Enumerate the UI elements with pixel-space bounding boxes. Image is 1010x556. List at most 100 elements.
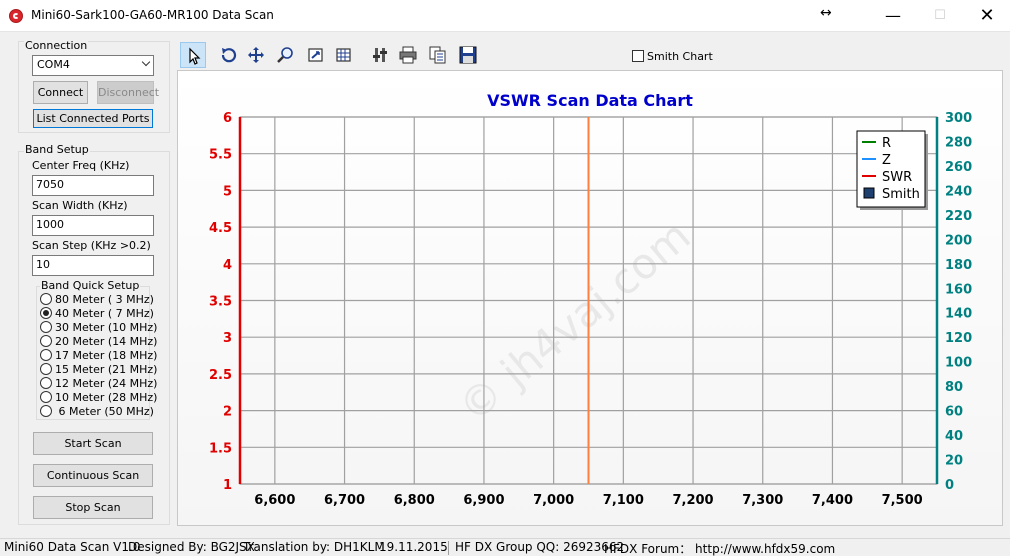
status-version: Mini60 Data Scan V1.0 [4, 540, 141, 554]
chart-watermark: © jh4vaj.com [449, 211, 699, 432]
pointer-tool-button[interactable] [180, 42, 206, 68]
copy-tool-button[interactable] [425, 42, 451, 68]
scan-step-label: Scan Step (KHz >0.2) [32, 239, 151, 252]
tools-icon [373, 48, 387, 62]
x-tick-label: 7,000 [533, 493, 574, 508]
x-tick-label: 7,500 [882, 493, 923, 508]
radio-button[interactable] [40, 405, 52, 417]
status-designer: Designed By: BG2JSX [128, 540, 255, 554]
legend-swatch-smith [863, 187, 875, 199]
x-tick-label: 7,300 [742, 493, 783, 508]
save-icon [459, 46, 477, 64]
move-tool-button[interactable] [243, 42, 269, 68]
y-left-tick-label: 4 [223, 258, 232, 273]
y-right-tick-label: 40 [945, 429, 963, 444]
center-freq-input[interactable]: 7050 [32, 175, 154, 196]
smith-chart-checkbox-box[interactable] [632, 50, 644, 62]
band-radio-2[interactable]: 30 Meter (10 MHz) [40, 321, 157, 335]
chart-toolbar [177, 38, 1003, 71]
port-select[interactable]: COM4 [32, 55, 154, 76]
band-radio-label: 10 Meter (28 MHz) [55, 391, 158, 404]
grid-settings-tool-button[interactable] [331, 42, 357, 68]
x-tick-label: 7,400 [812, 493, 853, 508]
legend-label-r: R [882, 136, 891, 151]
smith-chart-checkbox[interactable]: Smith Chart [632, 50, 713, 63]
band-radio-3[interactable]: 20 Meter (14 MHz) [40, 335, 157, 349]
x-tick-label: 6,600 [254, 493, 295, 508]
x-tick-label: 6,800 [394, 493, 435, 508]
y-right-tick-label: 220 [945, 209, 972, 224]
print-tool-button[interactable] [395, 42, 421, 68]
undo-tool-button[interactable] [215, 42, 241, 68]
app-icon [9, 9, 23, 23]
minimize-button[interactable]: — [870, 0, 916, 32]
status-date: 19.11.2015 [379, 540, 448, 554]
start-scan-button[interactable]: Start Scan [33, 432, 153, 455]
smith-chart-label: Smith Chart [647, 50, 713, 63]
radio-button[interactable] [40, 363, 52, 375]
band-radio-0[interactable]: 80 Meter ( 3 MHz) [40, 293, 154, 307]
band-radio-8[interactable]: 6 Meter (50 MHz) [40, 405, 154, 419]
band-radio-label: 30 Meter (10 MHz) [55, 321, 158, 334]
disconnect-button[interactable]: Disconnect [97, 81, 159, 104]
x-tick-label: 7,200 [672, 493, 713, 508]
chevron-down-icon [141, 57, 151, 67]
save-tool-button[interactable] [455, 42, 481, 68]
zoom-tool-button[interactable] [273, 42, 299, 68]
continuous-scan-button[interactable]: Continuous Scan [33, 464, 153, 487]
band-radio-label: 6 Meter (50 MHz) [55, 405, 154, 418]
radio-button[interactable] [40, 391, 52, 403]
tools-tool-button[interactable] [367, 42, 393, 68]
radio-button[interactable] [40, 307, 52, 319]
y-left-tick-label: 2 [223, 405, 232, 420]
stop-scan-button[interactable]: Stop Scan [33, 496, 153, 519]
band-radio-1[interactable]: 40 Meter ( 7 MHz) [40, 307, 154, 321]
y-left-tick-label: 6 [223, 111, 232, 126]
close-button[interactable]: ✕ [964, 0, 1010, 32]
radio-button[interactable] [40, 293, 52, 305]
port-select-value: COM4 [37, 58, 70, 71]
zoom-window-tool-button[interactable] [303, 42, 329, 68]
y-left-tick-label: 3 [223, 331, 232, 346]
y-left-tick-label: 3.5 [209, 295, 232, 310]
status-separator [448, 541, 449, 555]
radio-button[interactable] [40, 335, 52, 347]
list-ports-button[interactable]: List Connected Ports [33, 109, 153, 128]
legend-label-smith: Smith [882, 187, 920, 202]
y-right-tick-label: 20 [945, 454, 963, 469]
y-right-tick-label: 260 [945, 160, 972, 175]
band-radio-4[interactable]: 17 Meter (18 MHz) [40, 349, 157, 363]
y-left-tick-label: 5 [223, 184, 232, 199]
x-tick-label: 6,900 [463, 493, 504, 508]
y-right-tick-label: 280 [945, 135, 972, 150]
y-left-tick-label: 1 [223, 478, 232, 493]
band-radio-6[interactable]: 12 Meter (24 MHz) [40, 377, 157, 391]
radio-button[interactable] [40, 349, 52, 361]
x-tick-label: 6,700 [324, 493, 365, 508]
y-right-tick-label: 300 [945, 111, 972, 126]
maximize-button[interactable]: ☐ [917, 0, 963, 32]
pointer-icon [189, 47, 201, 65]
band-quick-setup-label: Band Quick Setup [40, 279, 141, 292]
y-right-tick-label: 100 [945, 356, 972, 371]
y-left-tick-label: 5.5 [209, 148, 232, 163]
radio-button[interactable] [40, 377, 52, 389]
y-right-tick-label: 140 [945, 307, 972, 322]
resize-arrows-icon: ↔ [820, 5, 832, 21]
scan-step-input[interactable]: 10 [32, 255, 154, 276]
connect-button[interactable]: Connect [33, 81, 88, 104]
chart-area: VSWR Scan Data Chart © jh4vaj.com 6,600 6,7… [178, 72, 1002, 525]
zoom-window-icon [308, 48, 323, 62]
y-right-tick-label: 200 [945, 233, 972, 248]
band-radio-7[interactable]: 10 Meter (28 MHz) [40, 391, 157, 405]
y-right-tick-label: 60 [945, 405, 963, 420]
band-radio-5[interactable]: 15 Meter (21 MHz) [40, 363, 157, 377]
y-right-tick-label: 0 [945, 478, 954, 493]
x-tick-label: 7,100 [603, 493, 644, 508]
y-right-tick-label: 120 [945, 331, 972, 346]
radio-button[interactable] [40, 321, 52, 333]
y-left-tick-label: 4.5 [209, 221, 232, 236]
scan-width-input[interactable]: 1000 [32, 215, 154, 236]
vswr-chart: VSWR Scan Data Chart © jh4vaj.com 6,600 6,7… [209, 91, 972, 508]
band-setup-group-label: Band Setup [24, 143, 90, 156]
